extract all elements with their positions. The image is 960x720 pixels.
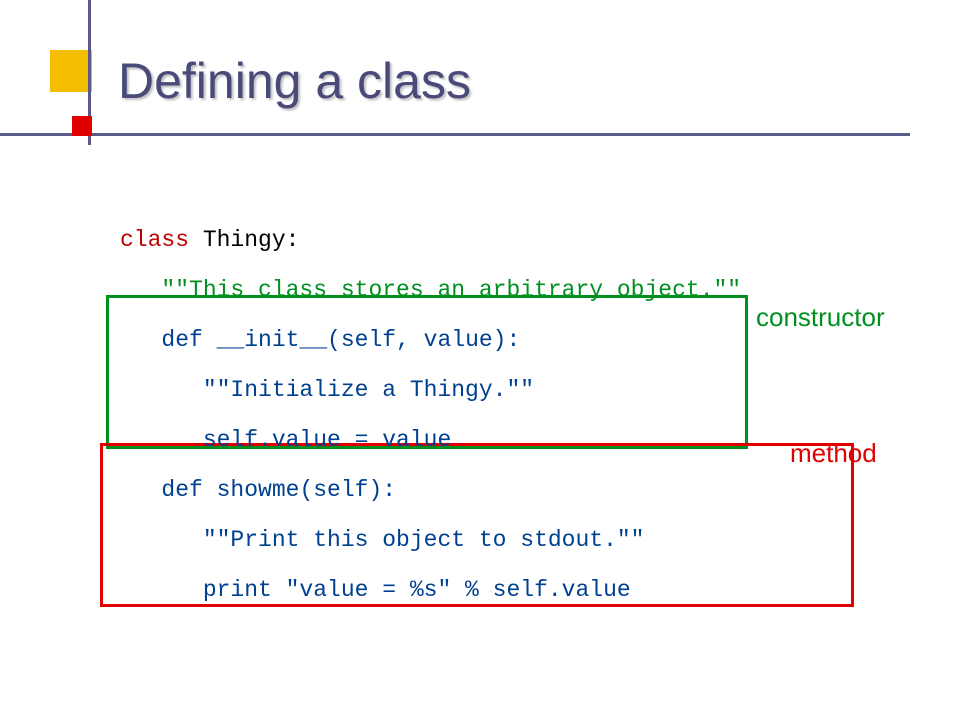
showme-docstring: ""Print this object to stdout."" xyxy=(120,527,645,553)
keyword-def-init: def xyxy=(120,327,217,353)
keyword-class: class xyxy=(120,227,203,253)
class-docstring: ""This class stores an arbitrary object.… xyxy=(120,277,741,303)
method-name-showme: showme xyxy=(217,477,300,503)
class-name: Thingy: xyxy=(203,227,300,253)
deco-yellow-square xyxy=(50,50,92,92)
code-block: class Thingy: ""This class stores an arb… xyxy=(120,215,741,615)
method-sig-showme: (self): xyxy=(299,477,396,503)
keyword-def-showme: def xyxy=(120,477,217,503)
method-label: method xyxy=(790,438,877,469)
deco-red-square xyxy=(72,116,92,136)
method-name-init: __init__ xyxy=(217,327,327,353)
init-body: self.value = value xyxy=(120,427,451,453)
constructor-label: constructor xyxy=(756,302,885,333)
deco-horizontal-line xyxy=(0,133,910,136)
showme-body: print "value = %s" % self.value xyxy=(120,577,631,603)
slide-title: Defining a class xyxy=(118,52,471,110)
slide: Defining a class class Thingy: ""This cl… xyxy=(0,0,960,720)
init-docstring: ""Initialize a Thingy."" xyxy=(120,377,534,403)
method-sig-init: (self, value): xyxy=(327,327,520,353)
